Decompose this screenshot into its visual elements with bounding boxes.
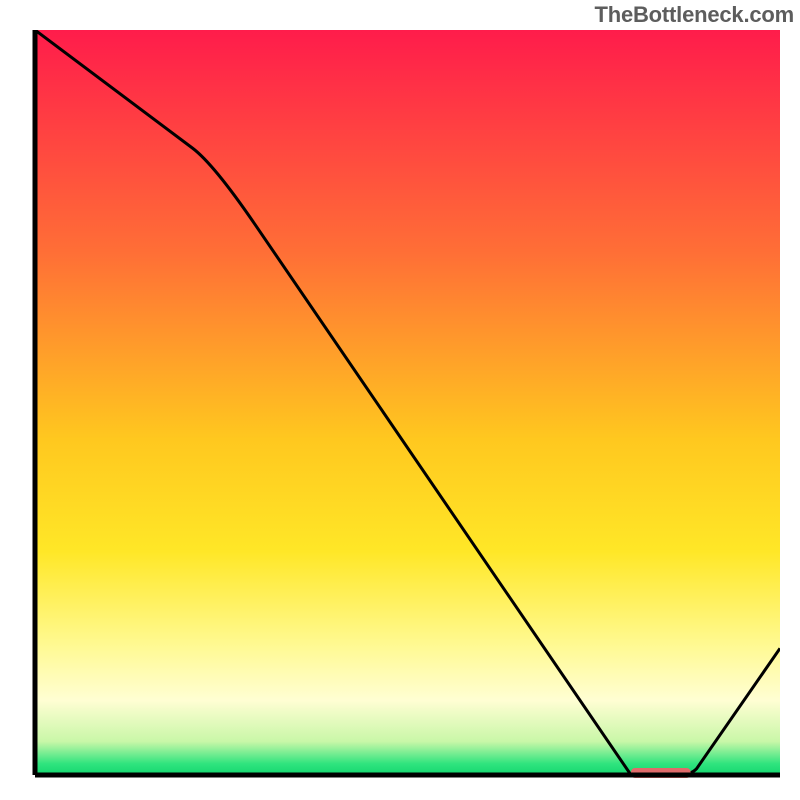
- bottleneck-chart: [0, 0, 800, 800]
- chart-frame: TheBottleneck.com: [0, 0, 800, 800]
- plot-background: [35, 30, 780, 775]
